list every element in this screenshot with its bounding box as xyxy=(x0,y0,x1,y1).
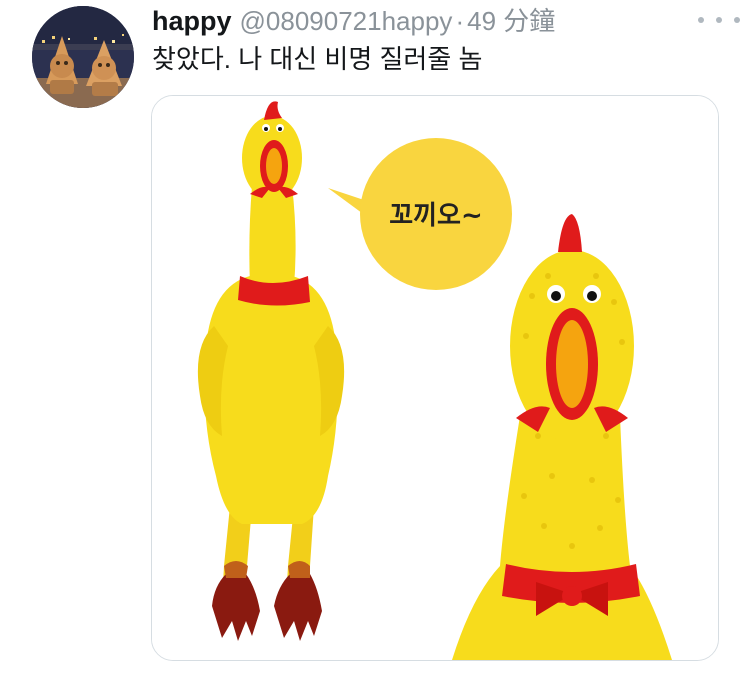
display-name[interactable]: happy xyxy=(152,6,232,36)
more-options-button[interactable] xyxy=(698,14,740,26)
user-handle[interactable]: @08090721happy xyxy=(240,6,453,36)
separator-dot: · xyxy=(455,6,465,36)
more-horizontal-icon-dot xyxy=(716,17,722,23)
more-horizontal-icon xyxy=(698,17,704,23)
rubber-chicken-image: 꼬끼오~ xyxy=(152,96,718,660)
avatar[interactable] xyxy=(32,6,134,108)
more-horizontal-icon-dot xyxy=(734,17,740,23)
tweet[interactable]: happy @08090721happy · 49 分鐘 찾았다. 나 대신 비명 질… xyxy=(0,0,750,674)
avatar-image xyxy=(32,6,134,108)
tweet-header: happy @08090721happy · 49 分鐘 xyxy=(152,4,730,38)
timestamp[interactable]: 49 分鐘 xyxy=(467,6,555,36)
speech-bubble-text: 꼬끼오~ xyxy=(389,201,483,231)
tweet-media[interactable]: 꼬끼오~ xyxy=(151,95,719,661)
tweet-text: 찾았다. 나 대신 비명 질러줄 놈 xyxy=(152,44,483,74)
